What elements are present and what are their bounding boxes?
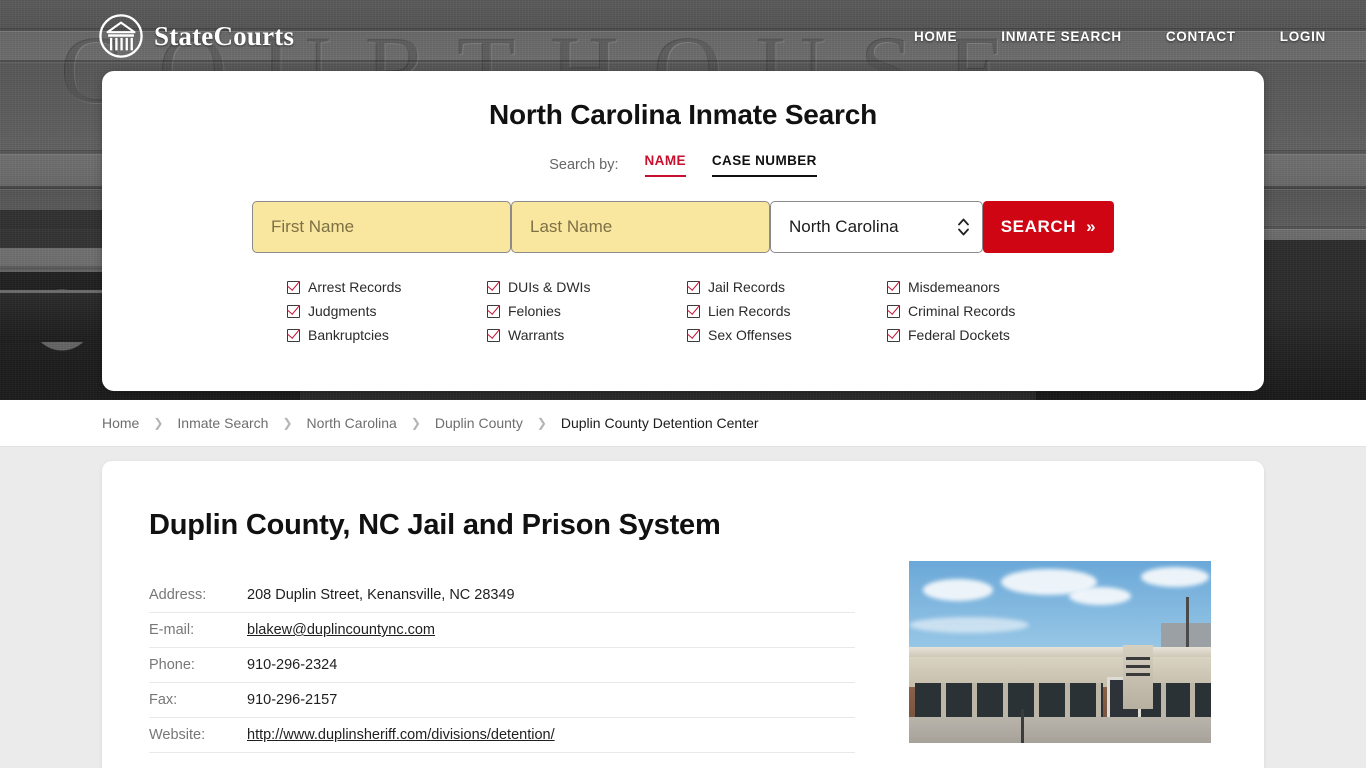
nav-item-login[interactable]: LOGIN [1280, 29, 1326, 44]
checkbox-arrest-records[interactable]: Arrest Records [287, 279, 487, 295]
info-value-website-link[interactable]: http://www.duplinsheriff.com/divisions/d… [247, 727, 555, 743]
info-value-phone: 910-296-2324 [247, 657, 338, 673]
search-card-title: North Carolina Inmate Search [488, 99, 878, 130]
checkbox-felonies[interactable]: Felonies [487, 303, 687, 319]
first-name-input[interactable] [252, 201, 511, 253]
checked-box-icon [287, 280, 300, 294]
courthouse-circle-logo-icon [99, 14, 143, 58]
info-value-address: 208 Duplin Street, Kenansville, NC 28349 [247, 587, 515, 603]
photo-cloud [1069, 587, 1131, 605]
double-chevron-right-icon: » [1086, 217, 1097, 236]
checkbox-label: Criminal Records [908, 303, 1016, 319]
photo-cloud [923, 579, 993, 601]
brand-name-text: StateCourts [154, 20, 295, 51]
search-by-label: Search by: [549, 157, 619, 173]
table-row: E-mail: blakew@duplincountync.com [149, 613, 855, 648]
checkbox-label: DUIs & DWIs [508, 279, 591, 295]
search-button[interactable]: SEARCH » [982, 201, 1114, 253]
inmate-search-card: North Carolina Inmate Search Search by: … [102, 71, 1264, 391]
photo-parking-lot [909, 717, 1211, 743]
table-row: Fax: 910-296-2157 [149, 683, 855, 718]
checkbox-label: Judgments [308, 303, 377, 319]
breadcrumb-band: Home ❯ Inmate Search ❯ North Carolina ❯ … [0, 400, 1366, 447]
breadcrumb: Home ❯ Inmate Search ❯ North Carolina ❯ … [102, 415, 759, 431]
breadcrumb-item-duplin-county[interactable]: Duplin County [435, 415, 523, 431]
page-title: Duplin County, NC Jail and Prison System [149, 509, 721, 541]
info-key: Address: [149, 587, 207, 603]
hero-header: COURTHOUSE StateCourts HOME [0, 0, 1366, 400]
checkbox-judgments[interactable]: Judgments [287, 303, 487, 319]
state-select[interactable]: North Carolina [770, 201, 983, 253]
info-key: Website: [149, 727, 206, 743]
checked-box-icon [887, 304, 900, 318]
info-value-email-link[interactable]: blakew@duplincountync.com [247, 622, 435, 638]
breadcrumb-separator-icon: ❯ [153, 416, 164, 430]
state-select-value: North Carolina [770, 201, 983, 253]
checkbox-sex-offenses[interactable]: Sex Offenses [687, 327, 887, 343]
breadcrumb-item-home[interactable]: Home [102, 415, 139, 431]
checked-box-icon [487, 280, 500, 294]
search-by-row: Search by: NAME CASE NUMBER [102, 153, 1264, 177]
info-key: Phone: [149, 657, 195, 673]
checked-box-icon [487, 328, 500, 342]
main-nav: HOME INMATE SEARCH CONTACT LOGIN [914, 29, 1326, 44]
checkbox-jail-records[interactable]: Jail Records [687, 279, 887, 295]
checkbox-label: Lien Records [708, 303, 791, 319]
checked-box-icon [687, 304, 700, 318]
checkbox-lien-records[interactable]: Lien Records [687, 303, 887, 319]
breadcrumb-separator-icon: ❯ [282, 416, 293, 430]
checkbox-federal-dockets[interactable]: Federal Dockets [887, 327, 1087, 343]
checkbox-label: Bankruptcies [308, 327, 389, 343]
breadcrumb-item-north-carolina[interactable]: North Carolina [307, 415, 397, 431]
search-button-label: SEARCH [1000, 217, 1077, 236]
facility-info-wrap: Address: 208 Duplin Street, Kenansville,… [102, 561, 1264, 753]
nav-item-home[interactable]: HOME [914, 29, 957, 44]
checkbox-misdemeanors[interactable]: Misdemeanors [887, 279, 1087, 295]
checkbox-warrants[interactable]: Warrants [487, 327, 687, 343]
checkbox-label: Warrants [508, 327, 565, 343]
record-type-checkbox-grid: Arrest Records DUIs & DWIs Jail Records … [102, 279, 1264, 343]
checkbox-label: Jail Records [708, 279, 786, 295]
photo-sign-post [1021, 709, 1024, 743]
facility-content-card: Duplin County, NC Jail and Prison System… [102, 461, 1264, 768]
checkbox-bankruptcies[interactable]: Bankruptcies [287, 327, 487, 343]
checkbox-criminal-records[interactable]: Criminal Records [887, 303, 1087, 319]
checked-box-icon [687, 328, 700, 342]
checkbox-label: Misdemeanors [908, 279, 1000, 295]
nav-item-contact[interactable]: CONTACT [1166, 29, 1236, 44]
info-key: Fax: [149, 692, 178, 708]
photo-cloud [1141, 567, 1209, 587]
breadcrumb-item-current: Duplin County Detention Center [560, 415, 759, 431]
facility-info-table: Address: 208 Duplin Street, Kenansville,… [149, 578, 855, 753]
photo-sign-text [1126, 657, 1150, 679]
checkbox-label: Felonies [508, 303, 561, 319]
checkbox-label: Sex Offenses [708, 327, 792, 343]
checked-box-icon [287, 328, 300, 342]
checkbox-duis-dwis[interactable]: DUIs & DWIs [487, 279, 687, 295]
last-name-input[interactable] [511, 201, 770, 253]
brand-logo[interactable]: StateCourts [98, 13, 294, 59]
top-navigation-bar: StateCourts HOME INMATE SEARCH CONTACT L… [0, 0, 1366, 72]
table-row: Address: 208 Duplin Street, Kenansville,… [149, 578, 855, 613]
tab-case-number[interactable]: CASE NUMBER [711, 153, 817, 177]
checkbox-label: Arrest Records [308, 279, 402, 295]
info-key: E-mail: [149, 622, 195, 638]
checked-box-icon [687, 280, 700, 294]
checked-box-icon [887, 280, 900, 294]
tab-name[interactable]: NAME [644, 153, 686, 177]
info-value-fax: 910-296-2157 [247, 692, 338, 708]
table-row: Phone: 910-296-2324 [149, 648, 855, 683]
breadcrumb-separator-icon: ❯ [536, 416, 547, 430]
table-row: Website: http://www.duplinsheriff.com/di… [149, 718, 855, 753]
checkbox-label: Federal Dockets [908, 327, 1010, 343]
breadcrumb-item-inmate-search[interactable]: Inmate Search [177, 415, 268, 431]
photo-cloud [909, 617, 1029, 633]
breadcrumb-separator-icon: ❯ [410, 416, 421, 430]
detention-center-photo [909, 561, 1211, 743]
checked-box-icon [487, 304, 500, 318]
nav-item-inmate-search[interactable]: INMATE SEARCH [1001, 29, 1122, 44]
checked-box-icon [287, 304, 300, 318]
search-form-row: North Carolina SEARCH » [102, 201, 1264, 253]
checked-box-icon [887, 328, 900, 342]
